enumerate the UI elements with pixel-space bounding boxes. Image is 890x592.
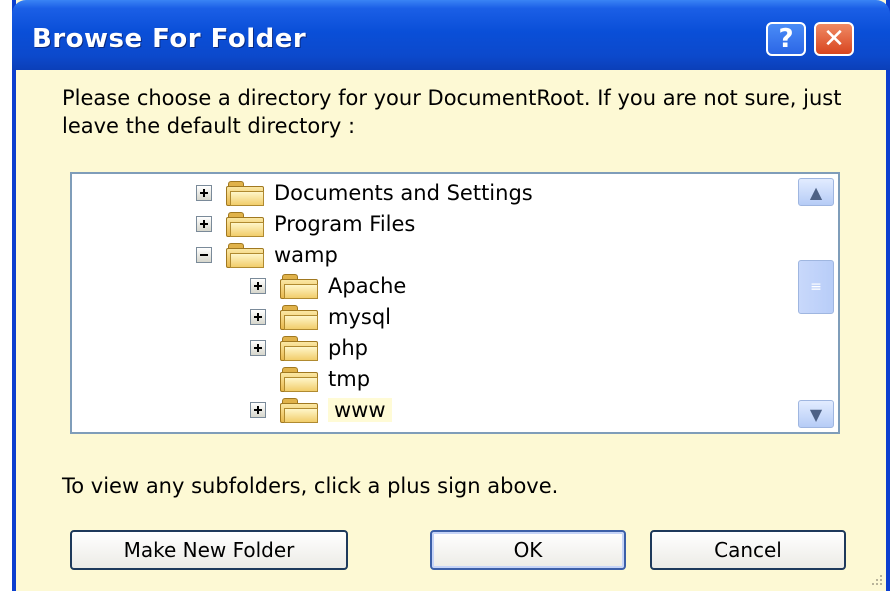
- expand-plus-icon[interactable]: [250, 309, 266, 325]
- scroll-down-button[interactable]: ▼: [798, 400, 834, 428]
- folder-icon: [226, 181, 264, 206]
- tree-item-wamp[interactable]: wamp: [196, 240, 338, 270]
- folder-icon: [226, 212, 264, 237]
- tree-item-label: Documents and Settings: [274, 181, 533, 205]
- expand-plus-icon[interactable]: [250, 402, 266, 418]
- tree-item-php[interactable]: php: [250, 333, 368, 363]
- expand-plus-icon[interactable]: [250, 340, 266, 356]
- folder-icon: [280, 398, 318, 423]
- tree-item-label: php: [328, 336, 368, 360]
- tree-item-label: mysql: [328, 305, 391, 329]
- hint-text: To view any subfolders, click a plus sig…: [62, 474, 559, 498]
- tree-scrollbar[interactable]: ▲ ≡ ▼: [794, 174, 838, 432]
- folder-icon: [280, 274, 318, 299]
- grip-icon: ≡: [810, 279, 822, 295]
- collapse-minus-icon[interactable]: [196, 247, 212, 263]
- folder-icon: [280, 367, 318, 392]
- make-new-folder-button[interactable]: Make New Folder: [70, 530, 348, 570]
- tree-item-label: www: [328, 398, 392, 422]
- tree-item-label: tmp: [328, 367, 371, 391]
- close-button[interactable]: ✕: [814, 22, 854, 56]
- resize-grip-icon[interactable]: [866, 571, 884, 589]
- dialog-title: Browse For Folder: [32, 24, 307, 54]
- folder-icon: [226, 243, 264, 268]
- folder-tree[interactable]: Documents and Settings Program Files wamp A…: [70, 172, 840, 434]
- tree-item-tmp[interactable]: tmp: [250, 364, 370, 394]
- folder-icon: [280, 305, 318, 330]
- browse-for-folder-dialog: Browse For Folder ? ✕ Please choose a di…: [12, 0, 890, 591]
- folder-icon: [280, 336, 318, 361]
- ok-button[interactable]: OK: [430, 530, 626, 570]
- tree-item-www[interactable]: www: [250, 395, 392, 425]
- close-icon: ✕: [823, 24, 845, 54]
- expand-plus-icon[interactable]: [196, 185, 212, 201]
- scroll-up-button[interactable]: ▲: [798, 178, 834, 206]
- chevron-down-icon: ▼: [809, 404, 823, 424]
- expand-plus-icon[interactable]: [250, 278, 266, 294]
- instruction-text: Please choose a directory for your Docum…: [62, 86, 842, 138]
- tree-item-label: Program Files: [274, 212, 416, 236]
- tree-item-label: Apache: [328, 274, 407, 298]
- tree-item-program-files[interactable]: Program Files: [196, 209, 415, 239]
- scroll-thumb[interactable]: ≡: [798, 260, 834, 314]
- tree-item-documents-and-settings[interactable]: Documents and Settings: [196, 178, 533, 208]
- tree-item-apache[interactable]: Apache: [250, 271, 406, 301]
- tree-item-mysql[interactable]: mysql: [250, 302, 391, 332]
- help-button[interactable]: ?: [766, 22, 806, 56]
- tree-item-label: wamp: [274, 243, 338, 267]
- title-bar[interactable]: Browse For Folder ? ✕: [12, 0, 890, 70]
- chevron-up-icon: ▲: [809, 182, 823, 202]
- help-icon: ?: [778, 24, 794, 54]
- expand-plus-icon[interactable]: [196, 216, 212, 232]
- cancel-button[interactable]: Cancel: [650, 530, 846, 570]
